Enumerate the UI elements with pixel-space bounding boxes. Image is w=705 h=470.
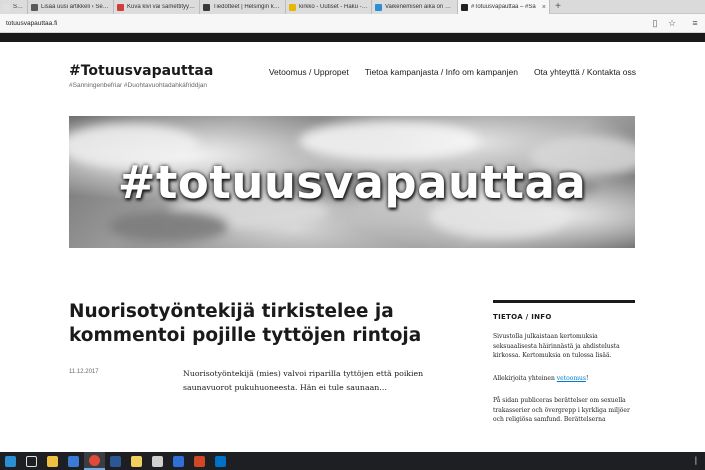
site-description: #Sanningenbefriar #Duohtavuohtadahkáfrid… [69, 82, 208, 89]
site-top-bar [0, 33, 705, 42]
outlook-icon[interactable] [210, 452, 231, 470]
address-bar: totuusvapauttaa.fi ▯ ☆ ≡ [0, 14, 705, 33]
file-explorer-icon[interactable] [42, 452, 63, 470]
tab-favicon-icon [117, 3, 124, 11]
browser-tab[interactable]: kirkko - Uutiset - Haku - Aa [286, 0, 372, 14]
tab-title: Seurak [13, 4, 24, 10]
show-desktop-icon[interactable]: ▏ [696, 457, 701, 465]
url-field[interactable]: totuusvapauttaa.fi [0, 20, 648, 27]
tab-title: Vaikenemisen aika on ohi re [385, 4, 454, 10]
widget-paragraph-2-suffix: ! [585, 374, 589, 382]
post-date[interactable]: 11.12.2017 [69, 369, 99, 375]
windows-taskbar: ▏ [0, 452, 705, 470]
widget-paragraph-2: Allekirjoita yhteinen vetoomus! [493, 374, 635, 384]
widget-paragraph-3: På sidan publiceras berättelser om sexue… [493, 397, 630, 423]
hamburger-menu-icon[interactable]: ≡ [688, 16, 702, 30]
star-icon[interactable]: ☆ [665, 16, 679, 30]
browser-tab[interactable]: Vaikenemisen aika on ohi re [372, 0, 458, 14]
browser-tab[interactable]: Kuva kivi vai samettityyny? [114, 0, 200, 14]
people-icon[interactable] [168, 452, 189, 470]
widget-paragraph-2-text: Allekirjoita yhteinen [493, 374, 557, 382]
tab-title: Lisää uusi artikkeli ‹ Seuraku [41, 4, 110, 10]
powerpoint-icon[interactable] [189, 452, 210, 470]
start-button[interactable] [0, 452, 21, 470]
tab-title: #Totuusvapauttaa – #Sa [471, 4, 536, 10]
banner-hashtag-text: #totuusvapauttaa [117, 155, 587, 209]
site-title[interactable]: #Totuusvapauttaa [69, 63, 213, 79]
new-tab-button[interactable]: + [550, 0, 566, 13]
store-icon[interactable] [63, 452, 84, 470]
browser-tab[interactable]: Tiedotteet | Helsingin kaupu [200, 0, 286, 14]
widget-title: TIETOA / INFO [493, 313, 552, 321]
header-banner-image: #totuusvapauttaa [69, 116, 635, 248]
browser-tab-strip: Seurak Lisää uusi artikkeli ‹ Seuraku Kuva… [0, 0, 705, 14]
post-title[interactable]: Nuorisotyöntekijä tirkistelee ja komment… [69, 300, 449, 348]
main-navigation: Vetoomus / Uppropet Tietoa kampanjasta /… [269, 67, 636, 77]
sidebar-widget-info: TIETOA / INFO Sivustolla julkaistaan ker… [493, 300, 635, 425]
sticky-notes-icon[interactable] [126, 452, 147, 470]
post-excerpt: Nuorisotyöntekijä (mies) valvoi riparill… [183, 369, 424, 392]
tab-favicon-icon [3, 3, 10, 11]
word-icon[interactable] [105, 452, 126, 470]
vetoomus-link[interactable]: vetoomus [557, 375, 586, 382]
system-tray: ▏ [696, 457, 705, 465]
tab-favicon-icon [289, 3, 296, 11]
nav-item-yhteytta[interactable]: Ota yhteyttä / Kontakta oss [534, 67, 636, 77]
browser-tab[interactable]: Lisää uusi artikkeli ‹ Seuraku [28, 0, 114, 14]
app-icon[interactable] [147, 452, 168, 470]
chrome-icon[interactable] [84, 452, 105, 470]
close-tab-icon[interactable]: × [542, 4, 546, 11]
tab-favicon-icon [203, 3, 210, 11]
browser-tab[interactable]: Seurak [0, 0, 28, 14]
nav-item-vetoomus[interactable]: Vetoomus / Uppropet [269, 67, 349, 77]
tab-title: Tiedotteet | Helsingin kaupu [213, 4, 282, 10]
tab-title: kirkko - Uutiset - Haku - Aa [299, 4, 368, 10]
reader-view-icon[interactable]: ▯ [648, 16, 662, 30]
widget-paragraph-1: Sivustolla julkaistaan kertomuksia seksu… [493, 333, 620, 359]
tab-favicon-icon [31, 3, 38, 11]
nav-item-tietoa[interactable]: Tietoa kampanjasta / Info om kampanjen [365, 67, 518, 77]
task-view-icon[interactable] [21, 452, 42, 470]
tab-title: Kuva kivi vai samettityyny? [127, 4, 196, 10]
browser-tab[interactable]: #Totuusvapauttaa – #Sa × [458, 0, 550, 14]
tab-favicon-icon [375, 3, 382, 11]
tab-favicon-icon [461, 3, 468, 11]
